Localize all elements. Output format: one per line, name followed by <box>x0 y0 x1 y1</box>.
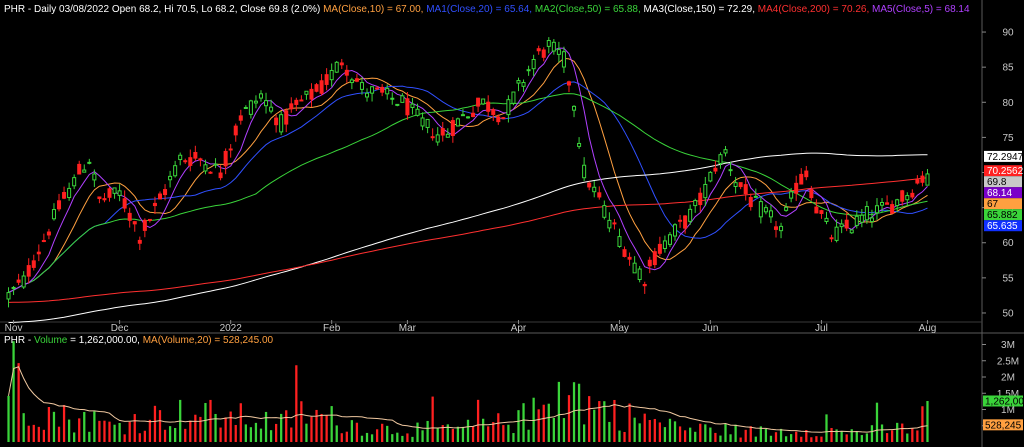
x-axis-tick-label: May <box>610 323 629 334</box>
x-axis-tick-label: Aug <box>919 323 937 334</box>
volume-header-segment: = 1,262,000.00, <box>67 335 142 346</box>
price-value-badge: 65.635 <box>984 220 1022 232</box>
candle-up <box>465 116 471 119</box>
svg-text:1,262,000: 1,262,000 <box>985 396 1024 407</box>
price-value-badge: 72.2947 <box>984 150 1024 163</box>
svg-text:70.2562: 70.2562 <box>987 166 1024 177</box>
volume-axis-tick-label: 3M <box>1001 340 1015 351</box>
price-header-segment: MA2(Close,50) = 65.88, <box>535 4 644 15</box>
price-header-segment: MA1(Close,20) = 65.64, <box>426 4 535 15</box>
price-value-badge: 69.8 <box>984 176 1022 188</box>
price-header-segment: MA5(Close,5) = 68.14 <box>872 4 970 15</box>
price-value-badge: 68.14 <box>984 187 1022 199</box>
x-axis-tick-label: Apr <box>511 323 527 334</box>
price-header-segment: MA4(Close,200) = 70.26, <box>758 4 872 15</box>
x-axis-tick-label: Jun <box>702 323 718 334</box>
price-header-segment: PHR - Daily 03/08/2022 Open 68.2, Hi 70.… <box>4 4 323 15</box>
stock-chart: 505560657075808590 3M2.5M2M1.5M1M500K No… <box>0 0 1024 447</box>
candle-up <box>455 117 460 127</box>
price-axis-tick-label: 50 <box>1002 308 1014 319</box>
x-axis-tick-label: Nov <box>5 323 23 334</box>
price-axis-tick-label: 75 <box>1002 133 1014 144</box>
price-value-badge: 67 <box>984 198 1022 210</box>
volume-axis-tick-label: 2.5M <box>997 356 1019 367</box>
svg-text:65.882: 65.882 <box>987 210 1018 221</box>
x-axis-tick-label: Feb <box>323 323 341 334</box>
volume-header-segment: Volume <box>34 335 68 346</box>
price-axis-tick-label: 55 <box>1002 273 1014 284</box>
x-axis-tick-label: Dec <box>111 323 129 334</box>
price-legend-header: PHR - Daily 03/08/2022 Open 68.2, Hi 70.… <box>4 4 970 15</box>
price-axis-tick-label: 85 <box>1002 63 1014 74</box>
price-axis-tick-label: 80 <box>1002 98 1014 109</box>
candle-up <box>849 229 854 234</box>
volume-value-badge: 528,245 <box>983 419 1023 431</box>
price-value-badge: 70.2562 <box>984 165 1024 177</box>
svg-text:528,245: 528,245 <box>985 420 1022 431</box>
candle-down <box>501 117 506 120</box>
volume-value-badge: 1,262,000 <box>983 395 1024 407</box>
candle-up <box>481 98 486 106</box>
volume-header-segment: MA(Volume,20) = 528,245.00 <box>143 335 274 346</box>
volume-axis-tick-label: 2M <box>1001 373 1015 384</box>
candle-up <box>334 61 339 73</box>
chart-window: 505560657075808590 3M2.5M2M1.5M1M500K No… <box>0 0 1024 447</box>
x-axis-tick-label: Mar <box>399 323 417 334</box>
candle-up <box>279 111 284 136</box>
svg-text:68.14: 68.14 <box>987 188 1012 199</box>
candle-up <box>667 232 672 248</box>
volume-header-segment: PHR - <box>4 335 34 346</box>
price-axis-tick-label: 90 <box>1002 28 1014 39</box>
price-header-segment: MA(Close,10) = 67.00, <box>323 4 426 15</box>
candle-up <box>708 170 713 183</box>
svg-text:65.635: 65.635 <box>987 221 1018 232</box>
candle-up <box>511 91 516 106</box>
x-axis-tick-label: 2022 <box>220 323 243 334</box>
price-axis-tick-label: 60 <box>1002 238 1014 249</box>
svg-text:67: 67 <box>987 199 999 210</box>
price-value-badge: 65.882 <box>984 209 1022 221</box>
x-axis-tick-label: Jul <box>815 323 828 334</box>
volume-legend-header: PHR - Volume = 1,262,000.00, MA(Volume,2… <box>4 335 274 346</box>
price-header-segment: MA3(Close,150) = 72.29, <box>644 4 758 15</box>
svg-text:72.2947: 72.2947 <box>987 152 1024 163</box>
svg-text:69.8: 69.8 <box>987 177 1007 188</box>
candle-down <box>314 82 319 93</box>
